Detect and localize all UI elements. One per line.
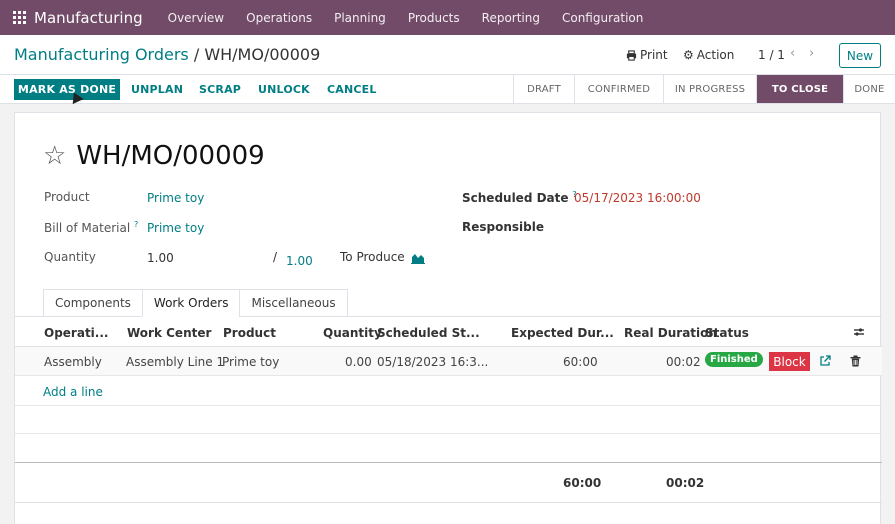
col-operation[interactable]: Operati... [44, 326, 108, 340]
table-footer: 60:00 00:02 [15, 463, 882, 503]
cell-product[interactable]: Prime toy [222, 355, 279, 369]
breadcrumb-separator: / [188, 45, 205, 64]
cancel-button[interactable]: CANCEL [327, 83, 377, 96]
statusbar: MARK AS DONE UNPLAN SCRAP UNLOCK CANCEL … [0, 75, 895, 104]
menu-reporting[interactable]: Reporting [471, 11, 551, 25]
total-expected-duration: 60:00 [563, 476, 602, 490]
stage-pipeline: DRAFT CONFIRMED IN PROGRESS TO CLOSE DON… [513, 75, 895, 103]
cell-real-duration[interactable]: 00:02 [666, 355, 701, 369]
menu-planning[interactable]: Planning [323, 11, 397, 25]
responsible-label-text: Responsible [462, 220, 544, 234]
form-sheet: ☆ WH/MO/00009 Product Prime toy Bill of … [14, 112, 882, 524]
quantity-separator: / [273, 250, 278, 264]
apps-menu-icon[interactable] [4, 0, 34, 35]
col-expected-duration[interactable]: Expected Dur... [511, 326, 614, 340]
quantity-field[interactable]: 1.00 [147, 251, 174, 265]
stage-in-progress[interactable]: IN PROGRESS [663, 75, 756, 103]
pager-value[interactable]: 1 / 1 [758, 48, 785, 62]
col-real-duration[interactable]: Real Duration [624, 326, 717, 340]
bom-field[interactable]: Prime toy [147, 221, 204, 235]
menu-configuration[interactable]: Configuration [551, 11, 654, 25]
quantity-label: Quantity [44, 250, 96, 264]
help-icon[interactable]: ? [134, 220, 138, 229]
action-label: Action [696, 48, 735, 62]
unlock-button[interactable]: UNLOCK [258, 83, 310, 96]
cell-quantity[interactable]: 0.00 [345, 355, 372, 369]
external-link-icon[interactable] [819, 355, 831, 370]
block-button[interactable]: Block [769, 352, 810, 371]
status-badge: Finished [705, 352, 763, 367]
chevron-left-icon[interactable]: ‹ [790, 46, 795, 61]
breadcrumb: Manufacturing Orders / WH/MO/00009 [14, 45, 320, 64]
col-quantity[interactable]: Quantity [323, 326, 382, 340]
menu-overview[interactable]: Overview [157, 11, 236, 25]
add-line-row: Add a line [15, 376, 882, 406]
empty-row [15, 406, 882, 434]
scheduled-date-label: Scheduled Date ? [462, 190, 577, 205]
total-real-duration: 00:02 [666, 476, 705, 490]
control-panel: Manufacturing Orders / WH/MO/00009 Print… [0, 35, 895, 75]
action-button[interactable]: ⚙ Action [683, 48, 734, 62]
breadcrumb-current: WH/MO/00009 [204, 45, 321, 64]
new-button[interactable]: New [839, 43, 881, 68]
breadcrumb-parent[interactable]: Manufacturing Orders [14, 45, 189, 64]
trash-icon[interactable] [850, 355, 861, 370]
stage-done[interactable]: DONE [843, 75, 895, 103]
col-product[interactable]: Product [223, 326, 276, 340]
unplan-button[interactable]: UNPLAN [131, 83, 183, 96]
cell-expected-duration[interactable]: 60:00 [563, 355, 598, 369]
cell-operation[interactable]: Assembly [44, 355, 102, 369]
col-scheduled-start[interactable]: Scheduled St... [377, 326, 480, 340]
app-name[interactable]: Manufacturing [34, 9, 143, 27]
responsible-label: Responsible [462, 220, 544, 234]
menu-products[interactable]: Products [397, 11, 471, 25]
star-icon[interactable]: ☆ [43, 143, 66, 169]
tab-work-orders[interactable]: Work Orders [141, 289, 241, 317]
record-name: WH/MO/00009 [76, 141, 265, 171]
printer-icon [626, 49, 637, 61]
gear-icon: ⚙ [683, 48, 694, 62]
bom-label: Bill of Material ? [44, 220, 138, 235]
notebook-tabs: Components Work Orders Miscellaneous [43, 289, 348, 317]
stage-to-close[interactable]: TO CLOSE [756, 75, 843, 103]
table-row[interactable]: Assembly Assembly Line 1 Prime toy 0.00 … [15, 347, 882, 376]
stage-confirmed[interactable]: CONFIRMED [574, 75, 663, 103]
menu-operations[interactable]: Operations [235, 11, 323, 25]
col-status[interactable]: Status [705, 326, 749, 340]
empty-row [15, 434, 882, 463]
scrap-button[interactable]: SCRAP [199, 83, 241, 96]
table-header: Operati... Work Center Product Quantity … [15, 317, 882, 347]
cell-scheduled-start[interactable]: 05/18/2023 16:3... [377, 355, 488, 369]
forecast-chart-icon[interactable] [411, 252, 425, 267]
tab-miscellaneous[interactable]: Miscellaneous [239, 289, 348, 317]
bom-label-text: Bill of Material [44, 221, 131, 235]
record-title: ☆ WH/MO/00009 [43, 141, 265, 171]
uom-field: To Produce [340, 250, 405, 264]
mark-as-done-button[interactable]: MARK AS DONE [14, 79, 120, 100]
tab-components[interactable]: Components [43, 289, 143, 317]
print-label: Print [640, 48, 668, 62]
product-label: Product [44, 190, 90, 204]
chevron-right-icon[interactable]: › [809, 46, 814, 61]
quantity-produced[interactable]: 1.00 [286, 254, 313, 268]
scheduled-date-label-text: Scheduled Date [462, 191, 569, 205]
cell-work-center[interactable]: Assembly Line 1 [126, 355, 224, 369]
stage-draft[interactable]: DRAFT [513, 75, 574, 103]
top-navbar: Manufacturing Overview Operations Planni… [0, 0, 895, 35]
optional-columns-icon[interactable] [853, 326, 865, 341]
print-button[interactable]: Print [626, 48, 668, 62]
add-line-link[interactable]: Add a line [43, 385, 103, 399]
col-work-center[interactable]: Work Center [127, 326, 211, 340]
product-field[interactable]: Prime toy [147, 191, 204, 205]
scheduled-date-field[interactable]: 05/17/2023 16:00:00 [574, 191, 701, 205]
